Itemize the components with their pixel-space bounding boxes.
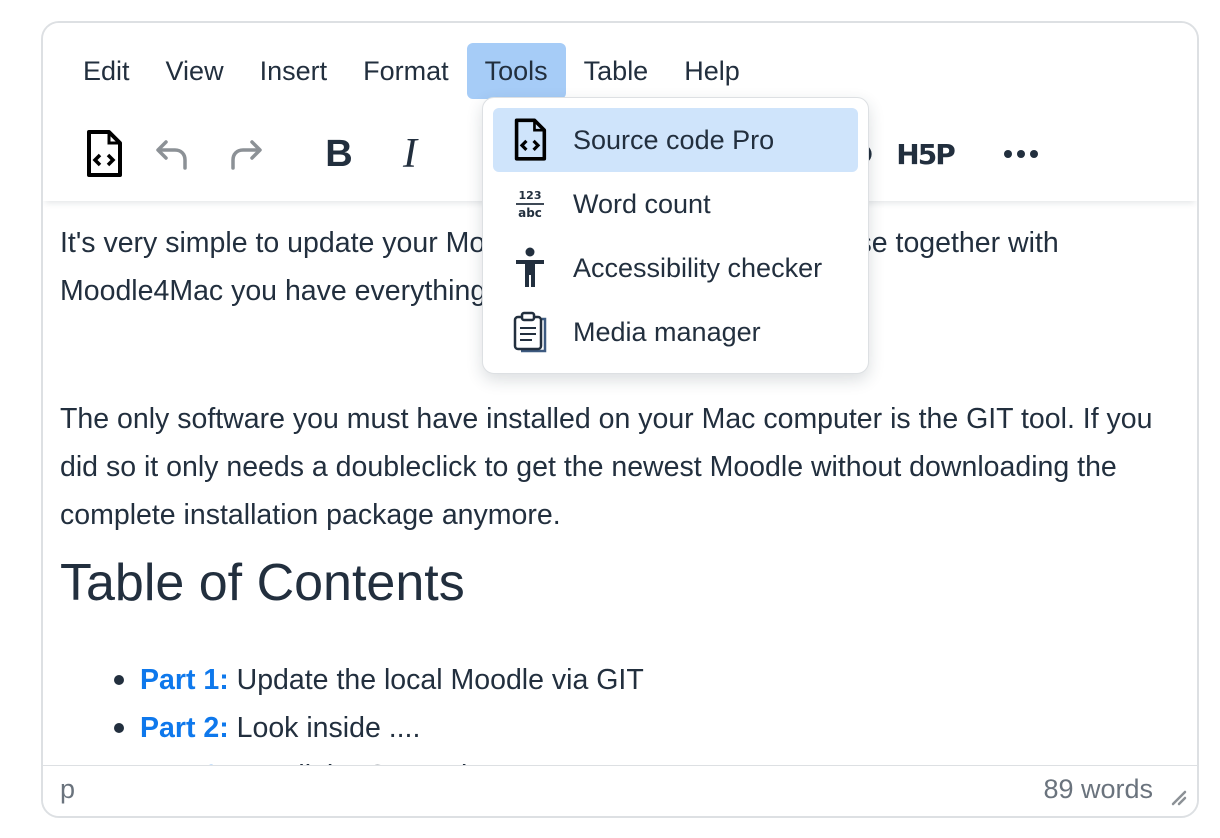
- list-item: Part 1: Update the local Moodle via GIT: [60, 656, 644, 704]
- word-count-icon-top: 123: [519, 189, 542, 202]
- menu-item-accessibility-checker[interactable]: Accessibility checker: [493, 236, 858, 300]
- undo-icon: [156, 140, 187, 170]
- menubar: Edit View Insert Format Tools Table Help: [65, 43, 758, 99]
- more-icon: [1004, 150, 1038, 158]
- statusbar: p 89 words: [43, 765, 1197, 816]
- menu-item-source-code[interactable]: Source code Pro: [493, 108, 858, 172]
- redo-icon: [231, 140, 262, 170]
- element-path[interactable]: p: [60, 774, 75, 805]
- menu-tools[interactable]: Tools: [466, 43, 566, 99]
- more-button[interactable]: [999, 119, 1043, 189]
- toc-link[interactable]: Part 2:: [140, 712, 229, 744]
- source-code-icon: [514, 118, 547, 161]
- menu-help[interactable]: Help: [666, 43, 758, 99]
- bold-button[interactable]: B: [321, 119, 357, 189]
- menu-table[interactable]: Table: [566, 43, 667, 99]
- toc-text: Look inside ....: [228, 712, 421, 744]
- menu-item-word-count[interactable]: 123 abc Word count: [493, 172, 858, 236]
- resize-handle-icon[interactable]: [1169, 788, 1187, 806]
- word-count-icon-bottom: abc: [518, 206, 542, 220]
- redo-button[interactable]: [225, 119, 267, 189]
- menu-item-label: Accessibility checker: [573, 252, 823, 283]
- paragraph: The only software you must have installe…: [60, 403, 1153, 531]
- h5p-button[interactable]: H5P: [896, 119, 955, 189]
- toc-link[interactable]: Part 1:: [140, 664, 229, 696]
- tools-menu: Source code Pro 123 abc Word count Acces…: [482, 97, 869, 374]
- toc-text: Update the local Moodle via GIT: [228, 664, 644, 696]
- clipboard-icon: [513, 311, 547, 353]
- menu-edit[interactable]: Edit: [65, 43, 148, 99]
- list-item: Part 2: Look inside ....: [60, 704, 644, 752]
- menu-item-label: Media manager: [573, 316, 761, 347]
- source-code-icon: [87, 130, 122, 177]
- table-of-contents: Part 1: Update the local Moodle via GIT …: [60, 656, 644, 769]
- menu-format[interactable]: Format: [345, 43, 467, 99]
- accessibility-icon: [516, 247, 544, 287]
- word-count-icon: 123 abc: [516, 189, 544, 220]
- menu-insert[interactable]: Insert: [242, 43, 346, 99]
- source-code-button[interactable]: [81, 119, 127, 189]
- heading: Table of Contents: [60, 554, 465, 612]
- menu-item-label: Word count: [573, 188, 711, 219]
- menu-view[interactable]: View: [148, 43, 242, 99]
- menu-item-label: Source code Pro: [573, 124, 775, 155]
- word-count[interactable]: 89 words: [1043, 774, 1153, 805]
- italic-button[interactable]: I: [395, 119, 425, 189]
- menu-item-media-manager[interactable]: Media manager: [493, 300, 858, 364]
- undo-button[interactable]: [151, 119, 193, 189]
